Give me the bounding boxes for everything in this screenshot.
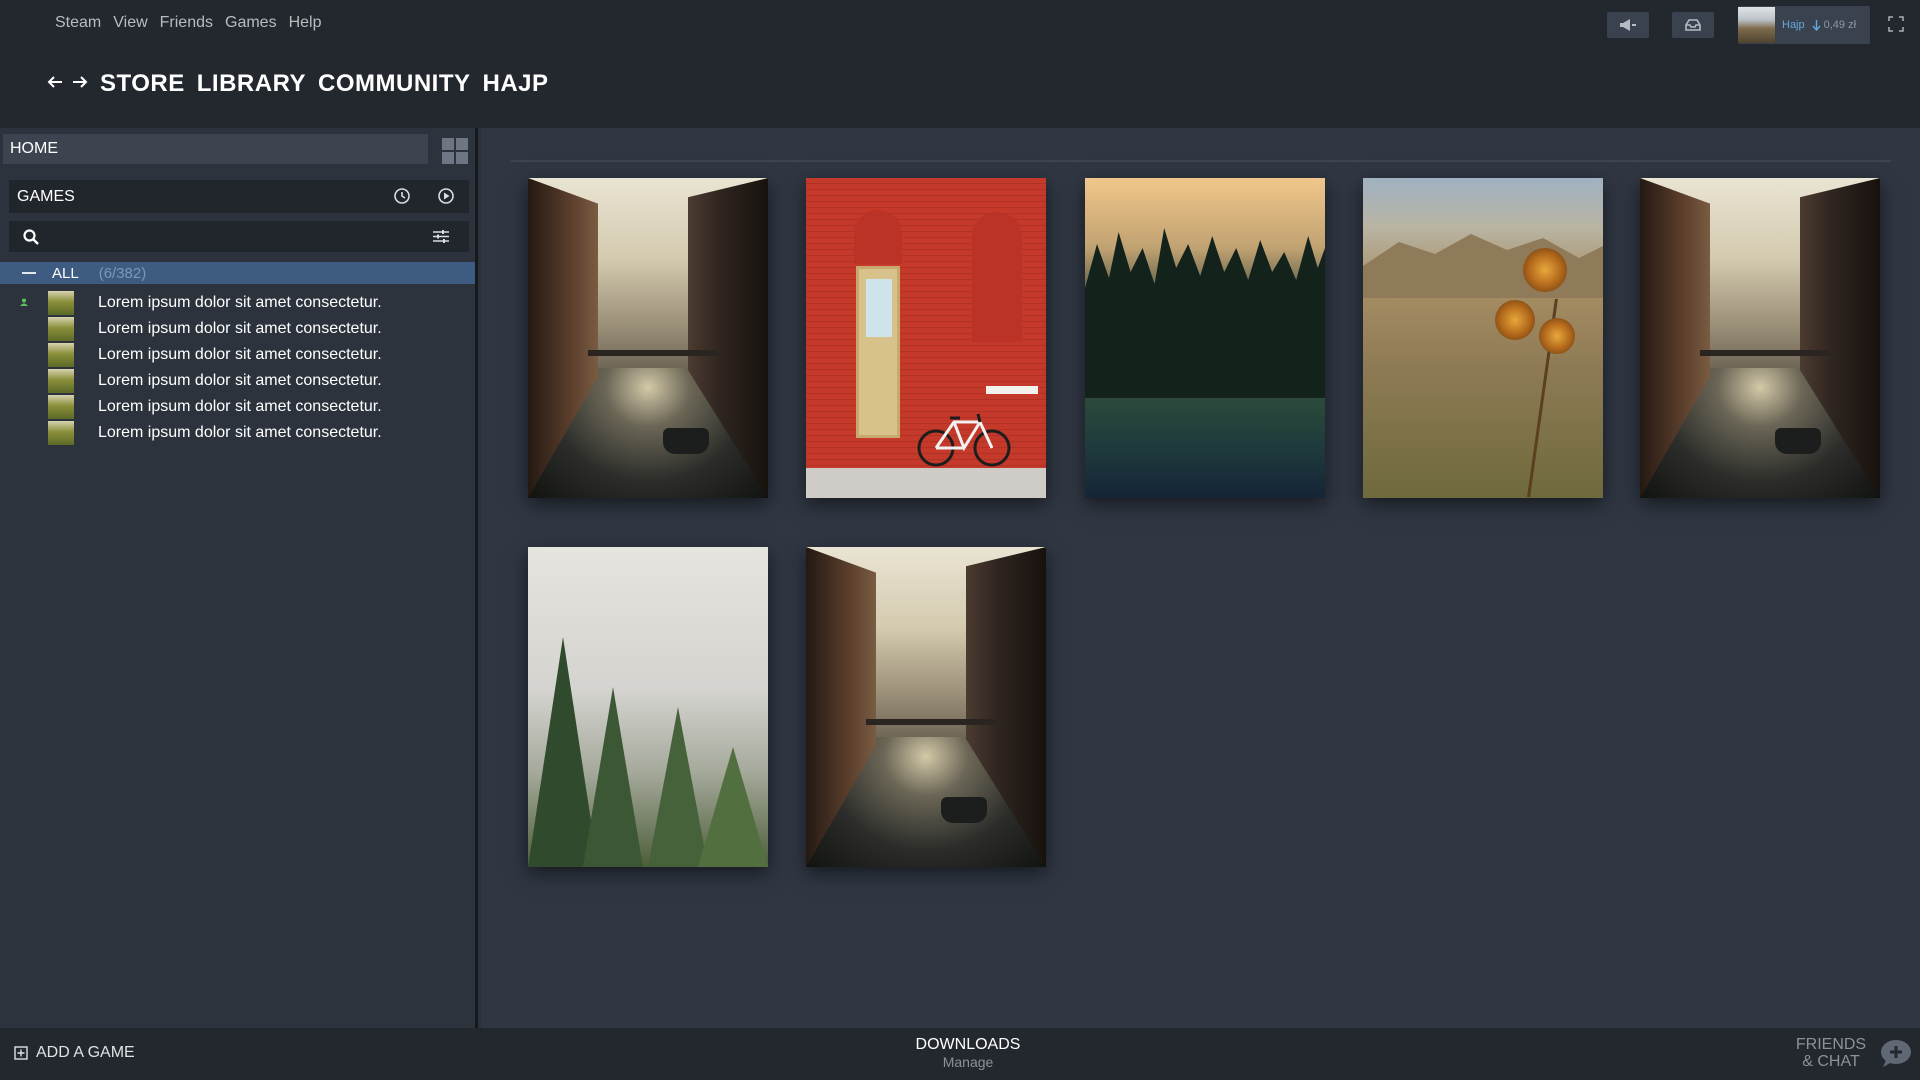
game-title: Lorem ipsum dolor sit amet consectetur.	[98, 346, 382, 363]
search-input[interactable]	[9, 221, 469, 252]
game-tile-fog[interactable]	[528, 547, 768, 867]
back-arrow-icon[interactable]	[45, 72, 65, 92]
inbox-button[interactable]	[1672, 12, 1714, 38]
game-thumbnail	[48, 369, 74, 393]
arrow-down-icon	[1812, 19, 1821, 31]
game-tile-forest[interactable]	[1085, 178, 1325, 498]
chat-bubble-icon[interactable]	[1880, 1038, 1912, 1068]
game-thumbnail	[48, 395, 74, 419]
list-item[interactable]: Lorem ipsum dolor sit amet consectetur.	[0, 290, 475, 316]
menu-friends[interactable]: Friends	[160, 14, 213, 32]
game-title: Lorem ipsum dolor sit amet consectetur.	[98, 398, 382, 415]
game-thumbnail	[48, 343, 74, 367]
game-thumbnail	[48, 317, 74, 341]
list-item[interactable]: Lorem ipsum dolor sit amet consectetur.	[0, 368, 475, 394]
news-button[interactable]	[1607, 12, 1649, 38]
menu-games[interactable]: Games	[225, 14, 277, 32]
clock-icon[interactable]	[393, 187, 411, 205]
game-tile-canal-3[interactable]	[806, 547, 1046, 867]
nav-library[interactable]: LIBRARY	[197, 70, 306, 98]
menu: Steam View Friends Games Help	[55, 14, 321, 32]
list-item[interactable]: Lorem ipsum dolor sit amet consectetur.	[0, 394, 475, 420]
game-thumbnail	[48, 291, 74, 315]
search-icon	[23, 229, 39, 245]
fullscreen-icon[interactable]	[1888, 16, 1904, 32]
all-count: (6/382)	[98, 264, 147, 282]
collapse-icon[interactable]	[22, 272, 36, 274]
games-filter[interactable]: GAMES	[9, 180, 469, 213]
nav-store[interactable]: STORE	[100, 70, 185, 98]
downloads-label: DOWNLOADS	[915, 1036, 1021, 1053]
add-square-icon	[14, 1046, 28, 1060]
account-balance-wrap: 0,49 zł	[1812, 19, 1856, 31]
friends-label: FRIENDS	[1795, 1036, 1867, 1053]
account-name: Hajp	[1782, 19, 1805, 31]
megaphone-icon	[1620, 19, 1636, 31]
menu-view[interactable]: View	[113, 14, 147, 32]
avatar	[1738, 7, 1775, 43]
grid-view-icon[interactable]	[442, 138, 468, 164]
game-title: Lorem ipsum dolor sit amet consectetur.	[98, 424, 382, 441]
nav-community[interactable]: COMMUNITY	[318, 70, 470, 98]
friend-playing-icon	[20, 298, 28, 306]
library-main	[481, 128, 1920, 1028]
game-tile-red-wall[interactable]	[806, 178, 1046, 498]
home-button[interactable]: HOME	[3, 134, 428, 164]
nav-links: STORE LIBRARY COMMUNITY HAJP	[100, 70, 549, 98]
account-balance: 0,49 zł	[1823, 19, 1857, 31]
game-thumbnail	[48, 421, 74, 445]
forward-arrow-icon[interactable]	[70, 72, 90, 92]
friends-chat-button[interactable]: FRIENDS & CHAT	[1786, 1036, 1876, 1070]
downloads-button[interactable]: DOWNLOADS Manage	[913, 1036, 1023, 1070]
top-menu-bar: Steam View Friends Games Help Hajp 0,49 …	[0, 0, 1920, 50]
downloads-manage: Manage	[942, 1054, 994, 1070]
list-item[interactable]: Lorem ipsum dolor sit amet consectetur.	[0, 316, 475, 342]
all-label: ALL	[52, 264, 79, 282]
game-tile-desert[interactable]	[1363, 178, 1603, 498]
game-title: Lorem ipsum dolor sit amet consectetur.	[98, 294, 382, 311]
game-title: Lorem ipsum dolor sit amet consectetur.	[98, 320, 382, 337]
add-game-button[interactable]: ADD A GAME	[14, 1044, 135, 1062]
bottom-bar: ADD A GAME DOWNLOADS Manage FRIENDS & CH…	[0, 1028, 1920, 1080]
menu-steam[interactable]: Steam	[55, 14, 101, 32]
game-tile-canal-2[interactable]	[1640, 178, 1880, 498]
play-icon[interactable]	[437, 187, 455, 205]
all-games-category[interactable]: ALL (6/382)	[0, 262, 475, 284]
nav-profile[interactable]: HAJP	[483, 70, 549, 98]
game-list: Lorem ipsum dolor sit amet consectetur. …	[0, 290, 475, 446]
games-filter-icons	[393, 187, 455, 205]
menu-help[interactable]: Help	[289, 14, 322, 32]
bicycle-icon	[917, 413, 1011, 467]
chat-label: & CHAT	[1802, 1053, 1860, 1070]
list-item[interactable]: Lorem ipsum dolor sit amet consectetur.	[0, 342, 475, 368]
game-tile-canal[interactable]	[528, 178, 768, 498]
account-menu[interactable]: Hajp 0,49 zł	[1738, 6, 1870, 44]
home-label: HOME	[10, 140, 58, 157]
add-game-label: ADD A GAME	[36, 1044, 135, 1061]
games-label: GAMES	[17, 187, 75, 205]
game-title: Lorem ipsum dolor sit amet consectetur.	[98, 372, 382, 389]
sidebar: HOME GAMES ALL (6/382) Lorem ipsum dolor…	[0, 128, 478, 1028]
divider	[511, 160, 1891, 162]
list-item[interactable]: Lorem ipsum dolor sit amet consectetur.	[0, 420, 475, 446]
inbox-icon	[1685, 19, 1701, 31]
filter-settings-icon[interactable]	[433, 229, 449, 244]
